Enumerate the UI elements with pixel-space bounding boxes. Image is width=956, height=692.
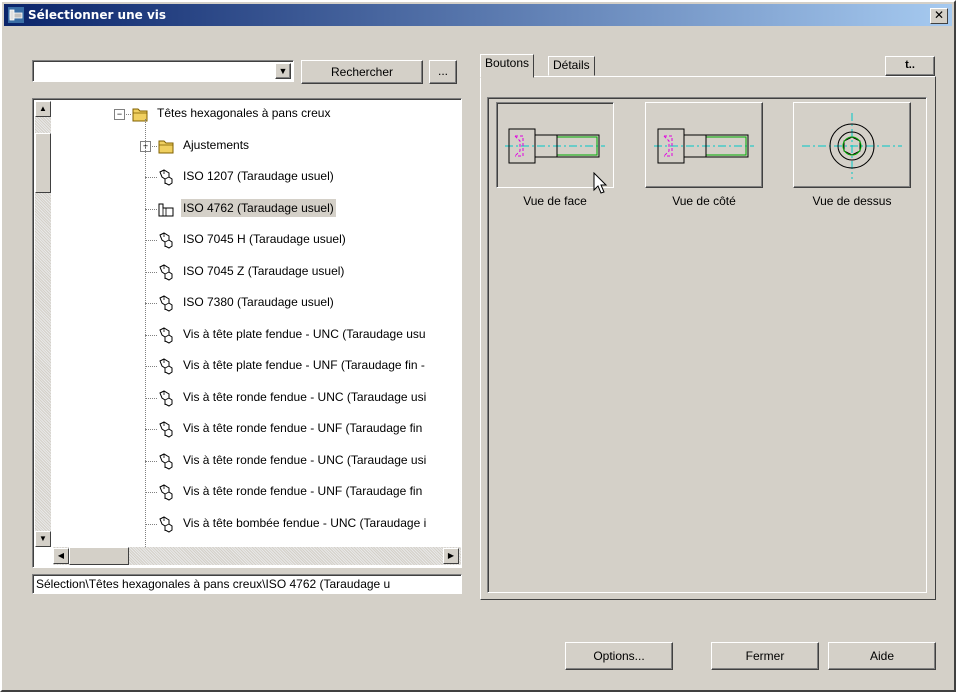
horizontal-scrollbar[interactable]: ◀ ▶	[53, 547, 461, 565]
tree-item-label: Vis à tête ronde fendue - UNF (Taraudage…	[183, 484, 423, 498]
top-view-button[interactable]	[793, 102, 911, 188]
scroll-left-button[interactable]: ◀	[53, 548, 69, 564]
tree-item[interactable]: ISO 7045 Z (Taraudage usuel)	[157, 262, 461, 282]
screw-icon	[157, 326, 175, 344]
tree-item[interactable]: Ajustements	[157, 136, 461, 156]
screw-icon	[157, 168, 175, 186]
tree-item[interactable]: Têtes hexagonales à pans creux	[131, 104, 461, 124]
tree-connector	[145, 397, 157, 399]
side-view-icon	[654, 128, 754, 164]
screw-icon	[157, 420, 175, 438]
screw-tree[interactable]: ▲ ▼ Têtes hexagonales à pans creux − Ajust…	[32, 98, 462, 568]
options-button[interactable]: Options...	[565, 642, 673, 670]
tree-connector	[145, 334, 157, 336]
tree-item-label: Vis à tête plate fendue - UNC (Taraudage…	[183, 326, 426, 341]
folder-icon	[131, 105, 149, 123]
tree-connector	[145, 429, 157, 430]
tree-connector	[145, 208, 157, 210]
mouse-cursor-icon	[593, 172, 608, 194]
search-combo[interactable]: ▼	[32, 60, 294, 82]
screw-icon	[157, 294, 175, 312]
tab-boutons[interactable]: Boutons	[480, 54, 535, 78]
tree-item[interactable]: Vis à tête ronde fendue - UNF (Taraudage…	[157, 482, 461, 502]
tree-item[interactable]: Vis à tête plate fendue - UNC (Taraudage…	[157, 325, 461, 345]
tree-item[interactable]: ISO 7045 H (Taraudage usuel)	[157, 230, 461, 250]
screw-icon	[157, 357, 175, 375]
tree-connector	[145, 366, 157, 367]
folder-icon	[157, 137, 175, 155]
tree-item-label: ISO 7380 (Taraudage usuel)	[183, 295, 334, 309]
up-level-button[interactable]: t..	[885, 56, 935, 76]
screw-icon	[157, 483, 175, 501]
tree-connector	[145, 119, 146, 547]
tree-item[interactable]: Vis à tête plate fendue - UNF (Taraudage…	[157, 356, 461, 376]
tree-item-label: ISO 7045 Z (Taraudage usuel)	[183, 263, 345, 278]
combo-dropdown-arrow[interactable]: ▼	[275, 63, 291, 79]
top-view-label: Vue de dessus	[812, 194, 892, 208]
scroll-up-button[interactable]: ▲	[35, 101, 51, 117]
screw-icon	[157, 231, 175, 249]
scroll-down-button[interactable]: ▼	[35, 531, 51, 547]
vertical-scroll-thumb[interactable]	[35, 133, 51, 193]
tree-connector	[145, 271, 157, 273]
tree-connector	[145, 177, 157, 178]
tree-item-label: Vis à tête plate fendue - UNF (Taraudage…	[183, 358, 425, 372]
tree-connector	[145, 460, 157, 462]
side-view-label: Vue de côté	[672, 194, 736, 208]
tree-item-label: ISO 1207 (Taraudage usuel)	[183, 169, 334, 183]
tree-rows: Têtes hexagonales à pans creux − Ajustemen…	[53, 99, 461, 547]
side-view-button[interactable]	[645, 102, 763, 188]
collapse-toggle[interactable]: −	[114, 109, 125, 120]
tree-item-label: Vis à tête ronde fendue - UNF (Taraudage…	[183, 421, 423, 435]
tree-connector	[145, 523, 157, 525]
help-button[interactable]: Aide	[828, 642, 936, 670]
tree-item-label: Têtes hexagonales à pans creux	[157, 106, 331, 120]
vertical-scrollbar[interactable]: ▲ ▼	[35, 101, 51, 547]
app-icon	[8, 7, 24, 23]
tree-item-label: ISO 7045 H (Taraudage usuel)	[183, 232, 346, 246]
tree-item[interactable]: ISO 1207 (Taraudage usuel)	[157, 167, 461, 187]
tab-details[interactable]: Détails	[548, 56, 595, 76]
window-title: Sélectionner une vis	[28, 8, 167, 22]
tree-item[interactable]: Vis à tête ronde fendue - UNC (Taraudage…	[157, 388, 461, 408]
dialog-window: Sélectionner une vis ✕ ▼ Rechercher ... …	[0, 0, 956, 692]
screw-icon	[157, 452, 175, 470]
selected-screw-icon	[157, 200, 175, 218]
tree-item-label: Vis à tête ronde fendue - UNC (Taraudage…	[183, 389, 427, 404]
title-bar[interactable]: Sélectionner une vis ✕	[4, 4, 952, 26]
close-button[interactable]: Fermer	[711, 642, 819, 670]
screw-icon	[157, 263, 175, 281]
selection-path: Sélection\Têtes hexagonales à pans creux…	[32, 574, 462, 594]
front-view-label: Vue de face	[523, 194, 587, 208]
front-view-icon	[505, 128, 605, 164]
tree-item[interactable]: Vis à tête ronde fendue - UNF (Taraudage…	[157, 419, 461, 439]
close-window-button[interactable]: ✕	[930, 8, 948, 24]
horizontal-scroll-thumb[interactable]	[69, 547, 129, 565]
search-button[interactable]: Rechercher	[301, 60, 423, 84]
tree-item[interactable]: Vis à tête ronde fendue - UNC (Taraudage…	[157, 451, 461, 471]
top-view-icon	[802, 113, 902, 179]
tree-connector	[145, 240, 157, 241]
tree-item[interactable]: Vis à tête bombée fendue - UNC (Taraudag…	[157, 514, 461, 534]
scroll-right-button[interactable]: ▶	[443, 548, 459, 564]
tree-item[interactable]: ISO 7380 (Taraudage usuel)	[157, 293, 461, 313]
tree-item-label: Ajustements	[183, 137, 250, 152]
tree-item-label: ISO 4762 (Taraudage usuel)	[181, 198, 336, 217]
tree-item-label: Vis à tête ronde fendue - UNC (Taraudage…	[183, 452, 427, 467]
tree-item[interactable]: ISO 4762 (Taraudage usuel)	[157, 198, 461, 219]
screw-icon	[157, 515, 175, 533]
tree-connector	[145, 492, 157, 493]
more-button[interactable]: ...	[429, 60, 457, 84]
tree-item-label: Vis à tête bombée fendue - UNC (Taraudag…	[183, 515, 427, 530]
screw-icon	[157, 389, 175, 407]
tree-connector	[145, 303, 157, 304]
